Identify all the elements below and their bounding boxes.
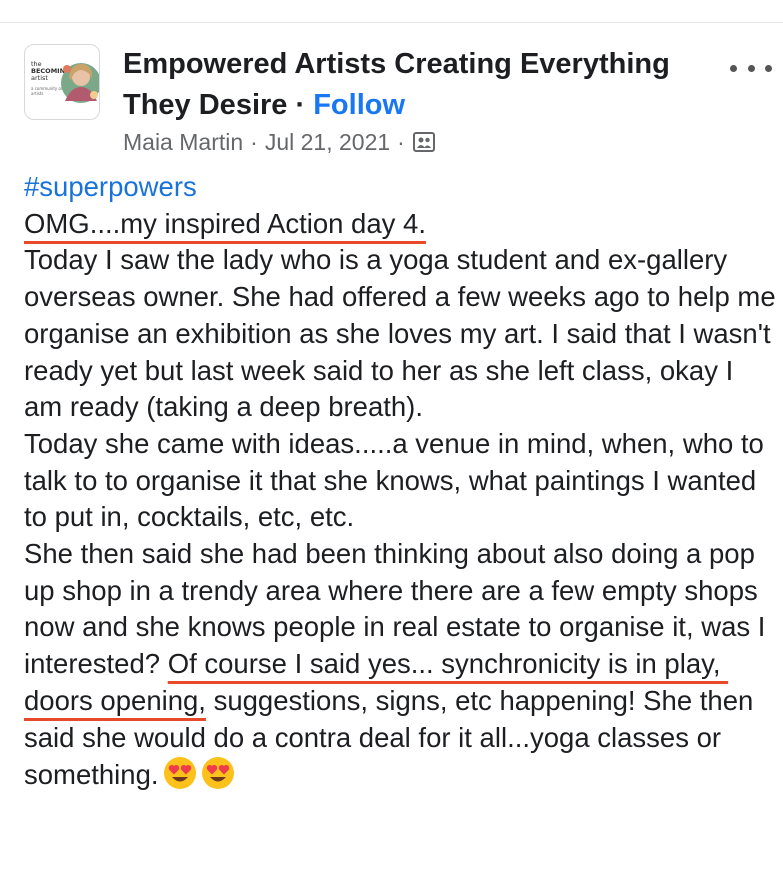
heart-eyes-emoji: [163, 756, 197, 790]
post-body: #superpowers OMG....my inspired Action d…: [24, 169, 776, 794]
author-name[interactable]: Maia Martin: [123, 127, 243, 157]
post-header-title: Empowered Artists Creating Everything Th…: [123, 44, 723, 126]
post-date[interactable]: Jul 21, 2021: [265, 127, 390, 157]
avatar-photo: [61, 63, 99, 103]
more-options-icon-dot3: [765, 64, 772, 72]
more-options-icon: [730, 64, 737, 72]
meta-separator-2: ·: [397, 129, 405, 155]
more-options-button[interactable]: [730, 56, 772, 80]
group-avatar[interactable]: the BECOMING artist a community of artis…: [24, 44, 100, 120]
post-paragraph-2: Today she came with ideas.....a venue in…: [24, 427, 772, 533]
post-headline: OMG....my inspired Action day 4.: [24, 207, 426, 239]
meta-separator: ·: [250, 129, 258, 155]
post-paragraph-3: She then said she had been thinking abou…: [24, 536, 776, 794]
heart-eyes-emoji: [201, 756, 235, 790]
hashtag-link[interactable]: #superpowers: [24, 171, 197, 202]
follow-button[interactable]: Follow: [313, 89, 405, 121]
title-separator: ·: [295, 89, 306, 121]
post-meta: Maia Martin · Jul 21, 2021 ·: [123, 127, 436, 157]
top-divider: [0, 0, 783, 23]
post-paragraph-1: Today I saw the lady who is a yoga stude…: [24, 244, 783, 423]
more-options-icon-dot2: [747, 64, 755, 72]
logo-line3: artist: [31, 74, 48, 82]
group-members-icon[interactable]: [412, 130, 436, 154]
